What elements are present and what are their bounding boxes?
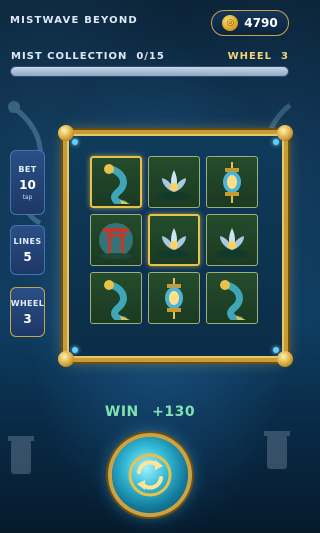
bet-hint: tap [22,193,33,201]
coin-amount: 4790 [244,16,278,30]
wheel-panel[interactable]: WHEEL 3 [10,287,45,337]
lantern-icon [223,162,241,203]
wheel-status: WHEEL 3 [228,51,289,62]
reel-cell-koi-fish [90,272,142,324]
reel-frame [58,125,293,367]
torii-gate-icon [99,223,133,259]
win-label: WIN [104,404,139,420]
frame-corner-ornament [277,351,293,367]
frame-gem [72,347,78,353]
koi-fish-icon [220,280,246,320]
wheel-panel-label: WHEEL [10,298,45,308]
game-title: MISTWAVE BEYOND [10,15,138,26]
coin-balance[interactable]: ◎ 4790 [211,10,289,36]
wheel-status-value: 3 [281,51,289,62]
reel-cell-lotus [148,156,200,208]
reel-cell-lantern [148,272,200,324]
win-display: WIN +130 [0,404,300,420]
wheel-panel-value: 3 [23,311,32,326]
lantern-icon [165,278,183,319]
lotus-icon [216,228,248,258]
spin-button[interactable] [112,437,188,513]
frame-gem [273,347,279,353]
lotus-icon [158,228,190,258]
lines-value: 5 [23,249,32,264]
koi-fish-icon [104,164,130,204]
lines-panel[interactable]: LINES 5 [10,225,45,275]
frame-corner-ornament [58,125,74,141]
reel-grid [90,156,258,324]
frame-corner-ornament [58,351,74,367]
wheel-status-label: WHEEL [227,51,273,62]
gold-coin-icon: ◎ [222,15,239,31]
koi-fish-icon [104,280,130,320]
reel-cell-lotus [206,214,258,266]
lantern-background-left-icon [8,436,34,474]
collection-status: MIST COLLECTION 0/15 [11,51,165,62]
collection-label: MIST COLLECTION [11,51,128,62]
bet-value: 10 [19,177,36,192]
reel-cell-lotus [148,214,200,266]
lines-label: LINES [13,236,42,246]
bet-button[interactable]: BET 10 tap [10,150,45,215]
collection-count: 0/15 [136,51,165,62]
frame-gem [273,139,279,145]
frame-corner-ornament [277,125,293,141]
lotus-icon [158,170,190,200]
reel-cell-torii-gate [90,214,142,266]
win-amount: +130 [152,404,196,420]
spin-arrows-icon [128,453,172,497]
lantern-background-right-icon [264,431,290,469]
bet-label: BET [18,164,37,174]
frame-gem [72,139,78,145]
reel-cell-lantern [206,156,258,208]
collection-progress-bar [10,66,289,77]
reel-cell-koi-fish [90,156,142,208]
reel-cell-koi-fish [206,272,258,324]
